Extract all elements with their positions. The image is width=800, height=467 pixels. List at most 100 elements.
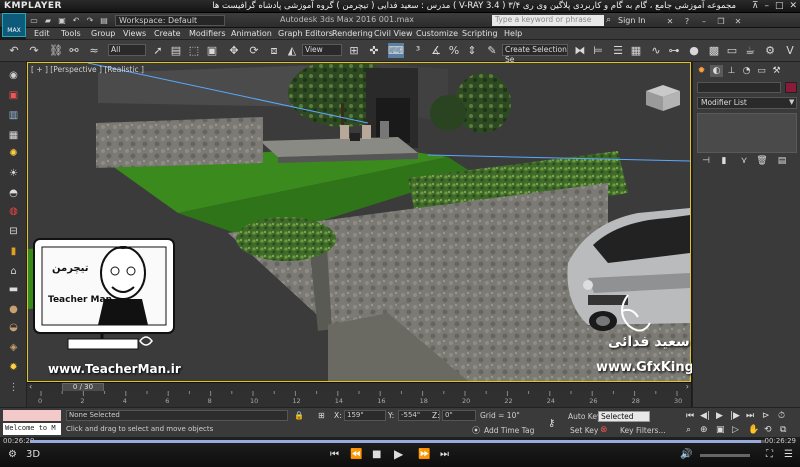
select-scale-icon[interactable]: ⧈ [266,43,282,58]
vray-dome-icon[interactable]: ◓ [5,186,22,201]
vray-toolbar-eye-icon[interactable]: ◉ [5,68,22,83]
prev-key-icon[interactable]: ◀| [700,411,710,421]
vray-fur-icon[interactable]: ⌂ [5,264,22,279]
app-minimize-icon[interactable]: – [698,16,710,27]
angle-snap-icon[interactable]: ∡ [428,43,444,58]
selection-filter-dropdown[interactable]: All [108,44,146,56]
menu-graph-editors[interactable]: Graph Editors [278,29,333,38]
orbit-icon[interactable]: ⟲ [764,425,772,435]
player-volume-icon[interactable]: 🔊 [680,449,692,460]
player-fullscreen-icon[interactable]: ⛶ [766,449,773,460]
window-crossing-icon[interactable]: ▣ [204,43,220,58]
select-move-icon[interactable]: ✥ [226,43,242,58]
material-editor-icon[interactable]: ● [686,43,702,58]
player-play-icon[interactable]: ▶ [394,447,403,461]
open-file-icon[interactable]: ▰ [42,15,54,26]
undo-icon[interactable]: ↶ [70,15,82,26]
modify-tab-icon[interactable]: ◐ [710,65,723,77]
render-iterative-icon[interactable]: ⚙ [762,43,778,58]
time-config-icon[interactable]: ⏱ [778,411,785,421]
track-bar[interactable]: 0 2 4 6 8 10 12 14 16 18 20 22 24 26 28 30 [27,391,691,407]
curve-editor-icon[interactable]: ∿ [648,43,664,58]
player-playlist-icon[interactable]: ☰ [784,449,793,460]
object-color-swatch[interactable] [785,82,797,93]
maximize-icon[interactable]: □ [775,1,784,11]
reference-coordinate-dropdown[interactable]: View [302,44,342,56]
vray-sun-icon[interactable]: ☀ [5,166,22,181]
max-application-button[interactable]: MAX [2,13,26,37]
new-file-icon[interactable]: ▭ [28,15,40,26]
vray-extra-icon[interactable]: ⋮ [5,380,22,395]
vray-settings-icon[interactable]: ▦ [5,128,22,143]
redo-icon[interactable]: ↷ [84,15,96,26]
menu-rendering[interactable]: Rendering [332,29,373,38]
vray-frame-buffer-icon[interactable]: V [782,43,798,58]
vray-proxy-icon[interactable]: ▮ [5,244,22,259]
menu-animation[interactable]: Animation [231,29,272,38]
vray-fx-icon[interactable]: ✹ [5,360,22,375]
schematic-view-icon[interactable]: ⊶ [666,43,682,58]
sign-in-button[interactable]: Sign In [618,16,645,25]
menu-modifiers[interactable]: Modifiers [189,29,226,38]
vray-plane-icon[interactable]: ▬ [5,282,22,297]
time-slider[interactable]: 0 / 30 ‹ › [27,382,691,392]
vray-render-icon[interactable]: ▣ [5,88,22,103]
set-key-button[interactable]: Set Key [570,426,598,435]
create-tab-icon[interactable]: ✹ [695,65,708,77]
key-filters-button[interactable]: Key Filters... [620,426,666,435]
maxscript-listener[interactable] [3,410,61,421]
select-object-icon[interactable]: ➚ [150,43,166,58]
remove-modifier-icon[interactable]: 🗑 [755,155,769,167]
edit-named-selection-icon[interactable]: ✎ [484,43,500,58]
set-keys-icon[interactable]: ⊗ [600,425,608,435]
spinner-snap-icon[interactable]: ⇕ [464,43,480,58]
rectangle-selection-icon[interactable]: ⬚ [186,43,202,58]
next-frame-icon[interactable]: › [686,382,689,391]
vray-sphere-icon[interactable]: ● [5,302,22,317]
select-by-name-icon[interactable]: ▤ [168,43,184,58]
menu-edit[interactable]: Edit [34,29,50,38]
perspective-viewport[interactable]: [ + ] [Perspective ] [Realistic ] تیچرمن… [27,62,691,382]
placement-icon[interactable]: ◭ [284,43,300,58]
goto-start-icon[interactable]: ⏮ [686,411,694,421]
prev-frame-icon[interactable]: ‹ [29,382,32,391]
seek-bar[interactable] [30,440,765,443]
auto-key-button[interactable]: Auto Key [568,412,601,421]
zoom-all-icon[interactable]: ⊕ [700,425,708,435]
menu-views[interactable]: Views [123,29,146,38]
viewport-label[interactable]: [ + ] [Perspective ] [Realistic ] [31,65,144,74]
add-time-tag-button[interactable]: Add Time Tag [484,426,534,435]
motion-tab-icon[interactable]: ◔ [740,65,753,77]
key-mode-dropdown[interactable]: Selected [598,411,650,422]
rendered-frame-window-icon[interactable]: ▭ [724,43,740,58]
vray-mesh-clipper-icon[interactable]: ◒ [5,320,22,335]
absolute-mode-icon[interactable]: ⊞ [318,411,325,420]
show-end-result-icon[interactable]: ▮ [717,155,731,167]
menu-tools[interactable]: Tools [61,29,81,38]
app-close-icon[interactable]: ✕ [732,16,744,27]
menu-civil-view[interactable]: Civil View [374,29,413,38]
modifier-stack[interactable] [697,113,797,153]
player-prev-icon[interactable]: ⏮ [330,449,339,460]
menu-group[interactable]: Group [91,29,115,38]
key-mode-toggle-icon[interactable]: ⊳ [762,411,770,421]
select-manipulate-icon[interactable]: ✜ [366,43,382,58]
workspace-dropdown[interactable]: Workspace: Default [115,15,225,26]
search-input[interactable]: Type a keyword or phrase [492,15,604,26]
layer-explorer-icon[interactable]: ☰ [610,43,626,58]
scene-explorer-icon[interactable]: ▦ [628,43,644,58]
volume-slider[interactable] [700,454,750,457]
minimize-icon[interactable]: – [764,1,769,11]
configure-sets-icon[interactable]: ▤ [775,155,789,167]
maximize-viewport-icon[interactable]: ⧉ [780,425,786,435]
maxscript-mini-listener[interactable]: Welcome to M [3,423,61,435]
zoom-extents-icon[interactable]: ▣ [716,425,725,435]
mirror-icon[interactable]: ⧓ [572,43,588,58]
pan-view-icon[interactable]: ✋ [748,425,759,435]
player-settings-icon[interactable]: ⚙ [8,449,17,460]
vray-ies-icon[interactable]: ◍ [5,204,22,219]
pin-stack-icon[interactable]: ⊣ [699,155,713,167]
zoom-icon[interactable]: ⌕ [686,425,691,435]
unlink-icon[interactable]: ⚯ [66,43,82,58]
vray-camera-icon[interactable]: ⊟ [5,224,22,239]
